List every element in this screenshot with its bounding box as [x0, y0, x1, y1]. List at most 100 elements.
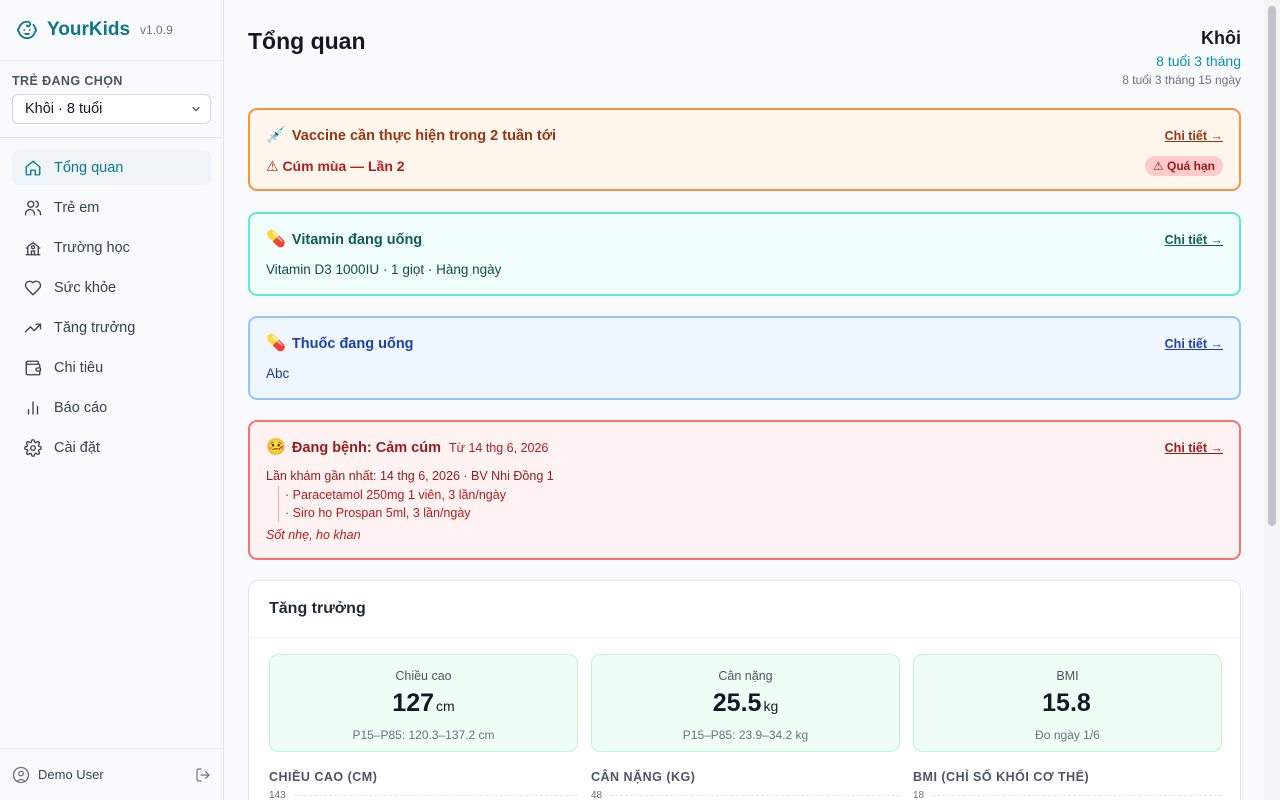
last-visit: Lần khám gần nhất: 14 thg 6, 2026 · BV N…: [266, 469, 554, 483]
school-icon: [24, 239, 42, 257]
illness-card-title: Đang bệnh: Cảm cúm: [291, 440, 441, 456]
sidebar-item-children[interactable]: Trẻ em: [12, 190, 211, 225]
stat-value: 25.5: [712, 689, 762, 717]
illness-card: 🤒 Đang bệnh: Cảm cúm Từ 14 thg 6, 2026 C…: [248, 420, 1241, 560]
prescription-list: · Paracetamol 250mg 1 viên, 3 lần/ngày ·…: [278, 486, 1239, 522]
bmi-chart: BMI (CHỈ SỐ KHỐI CƠ THỂ) 18: [913, 770, 1222, 800]
vaccine-details-link[interactable]: Chi tiết →: [1165, 129, 1223, 143]
vitamin-item: Vitamin D3 1000IU · 1 giọt · Hàng ngày: [266, 262, 502, 277]
stat-label: BMI: [1056, 669, 1079, 683]
vitamin-card: 💊 Vitamin đang uống Chi tiết → Vitamin D…: [248, 212, 1241, 296]
illness-since: Từ 14 thg 6, 2026: [448, 441, 549, 455]
wallet-icon: [24, 359, 42, 377]
page-scrollbar[interactable]: [1264, 0, 1280, 800]
chevron-down-icon: [192, 106, 200, 112]
medicine-details-link[interactable]: Chi tiết →: [1165, 337, 1223, 351]
growth-panel: Tăng trưởng Chiều cao 127 cm P15–P85: 120…: [248, 580, 1241, 800]
illness-details-link[interactable]: Chi tiết →: [1165, 441, 1223, 455]
trending-up-icon: [24, 319, 42, 337]
page-title: Tổng quan: [248, 28, 366, 54]
sidebar: YourKids v1.0.9 TRẺ ĐANG CHỌN Khôi · 8 t…: [0, 0, 224, 800]
sidebar-item-reports[interactable]: Báo cáo: [12, 390, 211, 425]
vitamin-details-link[interactable]: Chi tiết →: [1165, 233, 1223, 247]
child-selector-section: TRẺ ĐANG CHỌN Khôi · 8 tuổi: [0, 61, 223, 138]
sidebar-item-label: Tăng trưởng: [54, 319, 136, 336]
growth-stats: Chiều cao 127 cm P15–P85: 120.3–137.2 cm …: [269, 654, 1222, 752]
child-select-value: Khôi · 8 tuổi: [25, 101, 103, 117]
app-name: YourKids: [47, 19, 131, 40]
sick-face-icon: 🤒: [266, 439, 286, 456]
brand: YourKids v1.0.9: [0, 0, 223, 61]
chart-tick: 143: [269, 790, 286, 800]
sidebar-item-label: Cài đặt: [54, 439, 100, 456]
sidebar-item-health[interactable]: Sức khỏe: [12, 270, 211, 305]
user-avatar-icon: [12, 766, 30, 783]
chart-tick: 48: [591, 790, 603, 800]
sidebar-item-label: Trẻ em: [54, 199, 100, 216]
sidebar-item-label: Chi tiêu: [54, 359, 104, 376]
stat-sub: Đo ngày 1/6: [1035, 728, 1100, 742]
stat-label: Chiều cao: [395, 669, 452, 683]
stat-label: Cân nặng: [718, 669, 773, 683]
sidebar-item-overview[interactable]: Tổng quan: [12, 150, 211, 185]
child-age: 8 tuổi 3 tháng: [1156, 53, 1241, 69]
sidebar-item-label: Trường học: [54, 239, 130, 256]
syringe-icon: 💉: [266, 127, 286, 144]
gear-icon: [24, 438, 42, 457]
overdue-badge: ⚠ Quá hạn: [1144, 156, 1223, 176]
growth-charts: CHIỀU CAO (CM) 143 CÂN NẶNG (KG) 48 BMI …: [269, 770, 1222, 800]
medicine-card-title: Thuốc đang uống: [291, 336, 414, 352]
vaccine-item: ⚠ Cúm mùa — Lần 2: [266, 157, 405, 174]
heart-icon: [24, 279, 42, 297]
stat-unit: kg: [763, 698, 779, 714]
stat-value: 127: [392, 689, 435, 717]
vitamin-card-title: Vitamin đang uống: [291, 232, 423, 248]
sidebar-item-label: Báo cáo: [54, 399, 108, 416]
sidebar-item-label: Tổng quan: [54, 159, 124, 176]
stat-sub: P15–P85: 23.9–34.2 kg: [682, 728, 809, 742]
child-select[interactable]: Khôi · 8 tuổi: [12, 94, 211, 124]
sidebar-item-school[interactable]: Trường học: [12, 230, 211, 265]
child-info: Khôi 8 tuổi 3 tháng 8 tuổi 3 tháng 15 ng…: [1122, 28, 1241, 87]
sidebar-item-expenses[interactable]: Chi tiêu: [12, 350, 211, 385]
user-bar: Demo User: [0, 748, 223, 800]
child-name: Khôi: [1201, 28, 1241, 48]
chart-label: BMI (CHỈ SỐ KHỐI CƠ THỂ): [913, 770, 1090, 784]
scrollbar-thumb[interactable]: [1268, 6, 1276, 526]
height-chart: CHIỀU CAO (CM) 143: [269, 770, 578, 800]
bar-chart-icon: [24, 399, 42, 417]
sidebar-item-label: Sức khỏe: [54, 279, 117, 296]
pill-icon: 💊: [266, 231, 286, 248]
medicine-item: Abc: [266, 366, 290, 381]
vaccine-card-title: Vaccine cần thực hiện trong 2 tuần tới: [291, 128, 557, 144]
stat-height: Chiều cao 127 cm P15–P85: 120.3–137.2 cm: [269, 654, 578, 752]
stat-weight: Cân nặng 25.5 kg P15–P85: 23.9–34.2 kg: [591, 654, 900, 752]
prescription-item: · Siro ho Prospan 5ml, 3 lần/ngày: [285, 506, 471, 520]
app-version: v1.0.9: [140, 23, 173, 37]
stat-bmi: BMI 15.8 Đo ngày 1/6: [913, 654, 1222, 752]
baby-face-icon: [17, 20, 37, 40]
weight-chart: CÂN NẶNG (KG) 48: [591, 770, 900, 800]
home-icon: [24, 159, 42, 177]
child-age-full: 8 tuổi 3 tháng 15 ngày: [1122, 73, 1241, 87]
child-selector-label: TRẺ ĐANG CHỌN: [12, 74, 123, 88]
illness-note: Sốt nhẹ, ho khan: [266, 528, 361, 542]
medicine-card: 💊 Thuốc đang uống Chi tiết → Abc: [248, 316, 1241, 400]
chart-label: CHIỀU CAO (CM): [269, 770, 378, 784]
prescription-item: · Paracetamol 250mg 1 viên, 3 lần/ngày: [285, 488, 506, 502]
growth-title: Tăng trưởng: [249, 581, 1240, 638]
main-content: Tổng quan Khôi 8 tuổi 3 tháng 8 tuổi 3 t…: [224, 0, 1264, 800]
sidebar-item-settings[interactable]: Cài đặt: [12, 430, 211, 465]
sidebar-nav: Tổng quan Trẻ em Trường học Sức khỏe Tăn…: [0, 138, 223, 465]
pill-icon: 💊: [266, 335, 286, 352]
stat-value: 15.8: [1042, 689, 1091, 717]
stat-unit: cm: [436, 698, 455, 714]
logout-icon[interactable]: [195, 767, 211, 783]
chart-label: CÂN NẶNG (KG): [591, 770, 696, 784]
user-name: Demo User: [38, 767, 104, 782]
chart-tick: 18: [913, 790, 925, 800]
sidebar-item-growth[interactable]: Tăng trưởng: [12, 310, 211, 345]
vaccine-card: 💉 Vaccine cần thực hiện trong 2 tuần tới…: [248, 108, 1241, 191]
users-icon: [24, 199, 42, 217]
stat-sub: P15–P85: 120.3–137.2 cm: [352, 728, 495, 742]
